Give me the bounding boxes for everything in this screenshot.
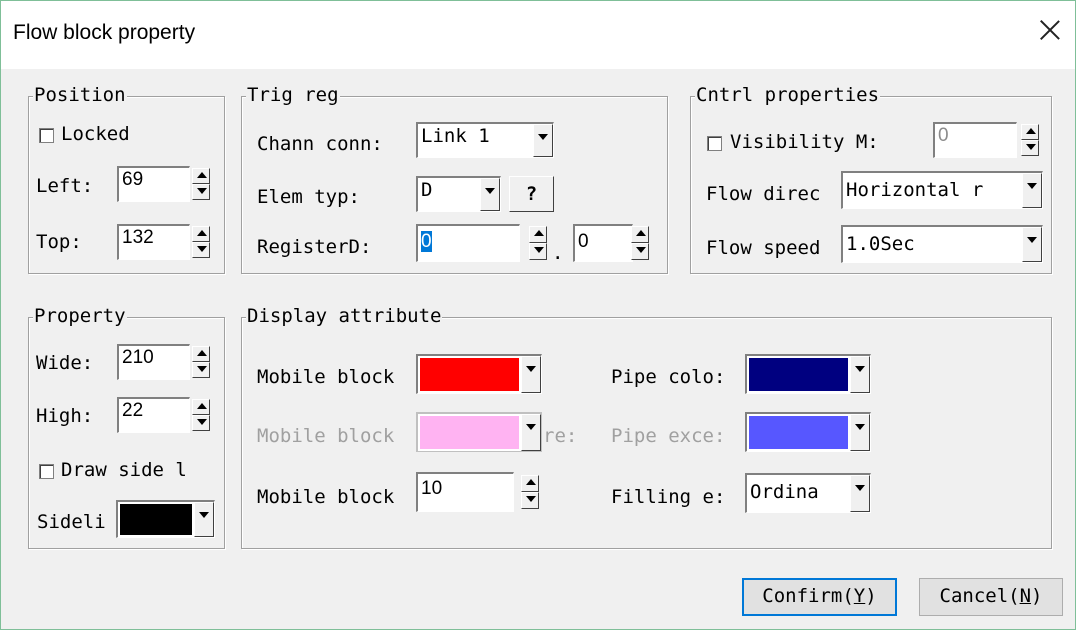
flow-speed-select[interactable]: 1.0Sec	[841, 225, 1043, 263]
filling-select[interactable]: Ordina	[745, 473, 871, 513]
chevron-down-icon[interactable]	[850, 414, 870, 451]
top-input[interactable]: 132	[117, 224, 190, 260]
mobile-block-color-label-clip: Mobile block	[257, 365, 417, 389]
chann-conn-select[interactable]: Link 1	[416, 122, 554, 158]
display-attribute-group-title: Display attribute	[246, 305, 443, 327]
mobile-block-excess-color-select[interactable]	[416, 412, 542, 452]
chevron-down-icon[interactable]	[850, 356, 870, 393]
chann-conn-label: Chann conn:	[257, 133, 383, 155]
pipe-color-label-clip: Pipe colo:	[611, 365, 747, 389]
chevron-down-icon[interactable]	[194, 502, 214, 537]
mobile-block-excess-color-swatch	[420, 416, 519, 449]
wide-input[interactable]: 210	[117, 344, 190, 380]
mobile-block-excess-overflow: re:	[543, 425, 578, 447]
top-spinner[interactable]	[192, 226, 210, 258]
wide-label: Wide:	[36, 352, 94, 374]
high-spinner[interactable]	[192, 399, 210, 431]
register-dot: .	[552, 242, 564, 264]
left-label: Left:	[36, 175, 94, 197]
elem-typ-select[interactable]: D	[416, 176, 501, 212]
draw-side-checkbox[interactable]	[39, 464, 54, 479]
chevron-down-icon[interactable]	[1022, 227, 1042, 262]
register-sub-spinner[interactable]	[631, 226, 649, 260]
chevron-down-icon[interactable]	[521, 356, 541, 393]
register-spinner[interactable]	[529, 226, 547, 260]
visibility-label: Visibility M:	[730, 131, 879, 153]
high-input[interactable]: 22	[117, 397, 190, 433]
confirm-button[interactable]: Confirm(Y)	[742, 578, 897, 616]
flow-speed-label: Flow speed	[706, 237, 821, 259]
mobile-block-color-label: Mobile block	[257, 366, 395, 388]
pipe-excess-color-swatch	[749, 416, 848, 449]
sideline-color-select[interactable]	[116, 500, 215, 538]
high-label: High:	[36, 405, 94, 427]
visibility-input[interactable]: 0	[933, 122, 1017, 158]
sideline-color-swatch	[120, 504, 192, 535]
pipe-excess-color-select[interactable]	[745, 412, 871, 452]
locked-checkbox[interactable]	[39, 128, 54, 143]
left-input[interactable]: 69	[117, 166, 190, 202]
flow-direction-label: Flow direc	[706, 183, 821, 205]
cancel-button[interactable]: Cancel(N)	[919, 578, 1063, 616]
elem-typ-label: Elem typ:	[257, 186, 360, 208]
sideline-label: Sideli	[37, 511, 106, 533]
help-button[interactable]: ?	[509, 176, 554, 212]
mobile-block-size-spinner[interactable]	[521, 475, 539, 509]
pipe-excess-label: Pipe exce:	[611, 425, 726, 447]
close-icon[interactable]	[1033, 15, 1067, 49]
mobile-block-color-swatch	[420, 358, 519, 391]
mobile-block-excess-label-clip: Mobile block	[257, 424, 417, 448]
locked-label: Locked	[61, 123, 130, 145]
pipe-excess-label-clip: Pipe exce:	[611, 424, 747, 448]
cntrl-properties-group-title: Cntrl properties	[695, 84, 881, 106]
mobile-block-size-label: Mobile block	[257, 486, 395, 508]
pipe-color-select[interactable]	[745, 354, 871, 394]
visibility-spinner[interactable]	[1021, 124, 1039, 156]
trig-reg-group-title: Trig reg	[246, 84, 340, 106]
dialog-title: Flow block property	[13, 21, 196, 44]
chevron-down-icon[interactable]	[850, 475, 870, 512]
left-spinner[interactable]	[192, 168, 210, 200]
filling-label-clip: Filling e:	[611, 485, 747, 509]
top-label: Top:	[36, 231, 82, 253]
chevron-down-icon[interactable]	[521, 414, 541, 451]
pipe-color-label: Pipe colo:	[611, 366, 726, 388]
property-group-title: Property	[33, 305, 127, 327]
position-group-title: Position	[33, 84, 127, 106]
register-sub-input[interactable]: 0	[573, 224, 633, 262]
register-input[interactable]: 0	[416, 224, 520, 262]
flow-block-property-dialog: Flow block property Position Locked Left…	[0, 0, 1076, 630]
filling-label: Filling e:	[611, 486, 726, 508]
register-label: RegisterD:	[257, 236, 372, 258]
mobile-block-excess-label: Mobile block	[257, 425, 395, 447]
wide-spinner[interactable]	[192, 346, 210, 378]
mobile-block-size-label-clip: Mobile block	[257, 485, 417, 509]
mobile-block-color-select[interactable]	[416, 354, 542, 394]
chevron-down-icon[interactable]	[480, 178, 500, 211]
visibility-checkbox[interactable]	[707, 136, 722, 151]
draw-side-label: Draw side l	[61, 459, 187, 481]
mobile-block-size-input[interactable]: 10	[416, 472, 514, 512]
chevron-down-icon[interactable]	[533, 124, 553, 157]
pipe-color-swatch	[749, 358, 848, 391]
title-bar: Flow block property	[1, 1, 1075, 69]
chevron-down-icon[interactable]	[1022, 173, 1042, 208]
flow-direction-select[interactable]: Horizontal r	[841, 171, 1043, 209]
